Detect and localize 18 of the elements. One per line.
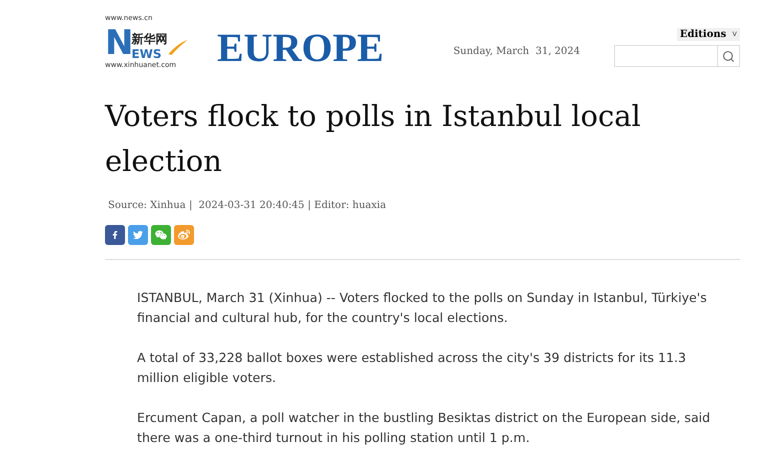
swoosh-icon — [168, 39, 188, 55]
paragraph: Ercument Capan, a poll watcher in the bustling Besiktas district on the European side, said there was a one-third turnout in his polling station until 1 p.m. — [137, 409, 712, 447]
search-field[interactable] — [614, 45, 740, 67]
logo-text: EWS — [131, 47, 163, 61]
byline: Source: Xinhua | 2024-03-31 20:40:45 | Editor: huaxia — [108, 200, 388, 211]
chat-bubbles-icon — [155, 229, 167, 241]
paragraph: A total of 33,228 ballot boxes were established across the city's 39 districts for its 11.3 million eligible voters. — [137, 349, 687, 387]
letter-f-icon — [111, 231, 119, 239]
search-icon — [722, 50, 735, 62]
headline: Voters flock to polls in Istanbul local election — [105, 98, 642, 180]
date-text: Sunday, March 31, 2024 — [453, 46, 580, 57]
bird-icon — [133, 230, 143, 240]
share-button[interactable] — [128, 225, 148, 245]
editions-dropdown[interactable]: Editions v — [676, 28, 740, 41]
share-button[interactable] — [105, 225, 125, 245]
logo-chinese-text: 新华网 — [131, 31, 168, 47]
paragraph: ISTANBUL, March 31 (Xinhua) -- Voters flocked to the polls on Sunday in Istanbul, Türkiye's financial and cultural hub, for the country's local elections. — [137, 289, 708, 327]
section-title: EUROPE — [217, 26, 384, 70]
